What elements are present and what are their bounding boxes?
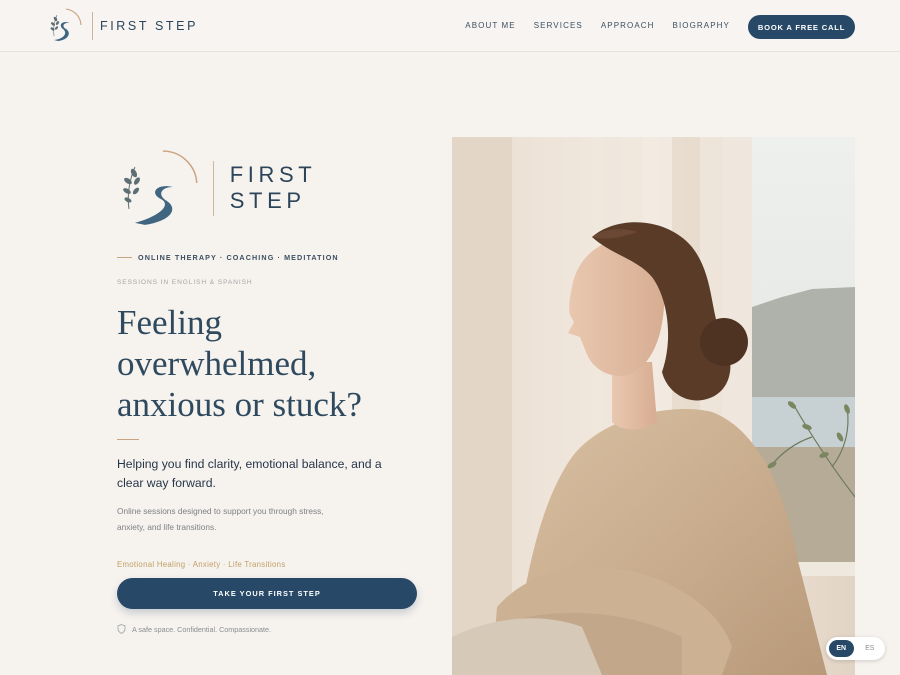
hero-headline: Feeling overwhelmed, anxious or stuck? [117,302,437,425]
nav-link-about-me[interactable]: ABOUT ME [465,21,515,30]
brand-logo[interactable]: FIRST STEP [44,6,198,46]
language-toggle: EN ES [826,637,885,660]
eyebrow-text: ONLINE THERAPY · COACHING · MEDITATION [138,253,339,262]
first-step-logo-icon [50,8,82,41]
reassurance-text: A safe space. Confidential. Compassionat… [132,624,272,634]
site-header: FIRST STEP ABOUT ME SERVICES APPROACH BI… [0,0,900,52]
hero-subheadline: Helping you find clarity, emotional bala… [117,457,382,490]
focus-tags: Emotional Healing · Anxiety · Life Trans… [117,560,286,569]
brand-divider [92,12,93,40]
hero-body-text: Online sessions designed to support you … [117,506,324,532]
nav-link-biography[interactable]: BIOGRAPHY [673,21,730,30]
hero-photo-illustration [452,137,855,675]
headline-line: Feeling [117,303,222,342]
brand-name: FIRST STEP [100,19,199,33]
first-step-logo-icon [123,150,198,225]
language-option-es[interactable]: ES [858,640,883,657]
main-nav: ABOUT ME SERVICES APPROACH BIOGRAPHY [465,21,730,30]
headline-line: overwhelmed, [117,344,317,383]
headline-accent-line [117,439,139,440]
hero-photo-woman-by-window [452,137,855,675]
book-free-call-button[interactable]: BOOK A FREE CALL [748,15,855,39]
shield-icon [117,624,126,634]
hero-logo: FIRST STEP [117,147,402,229]
take-first-step-button[interactable]: TAKE YOUR FIRST STEP [117,578,417,609]
eyebrow-accent-line [117,257,132,258]
headline-line: anxious or stuck? [117,385,362,424]
hero-logo-divider [212,160,214,216]
hero-eyebrow: ONLINE THERAPY · COACHING · MEDITATION [117,253,339,262]
reassurance-note: A safe space. Confidential. Compassionat… [117,624,271,634]
nav-link-approach[interactable]: APPROACH [601,21,655,30]
hero-brand-name: FIRST STEP [229,162,316,213]
session-languages-note: SESSIONS IN ENGLISH & SPANISH [117,279,253,286]
language-option-en[interactable]: EN [829,640,854,657]
nav-link-services[interactable]: SERVICES [534,21,583,30]
